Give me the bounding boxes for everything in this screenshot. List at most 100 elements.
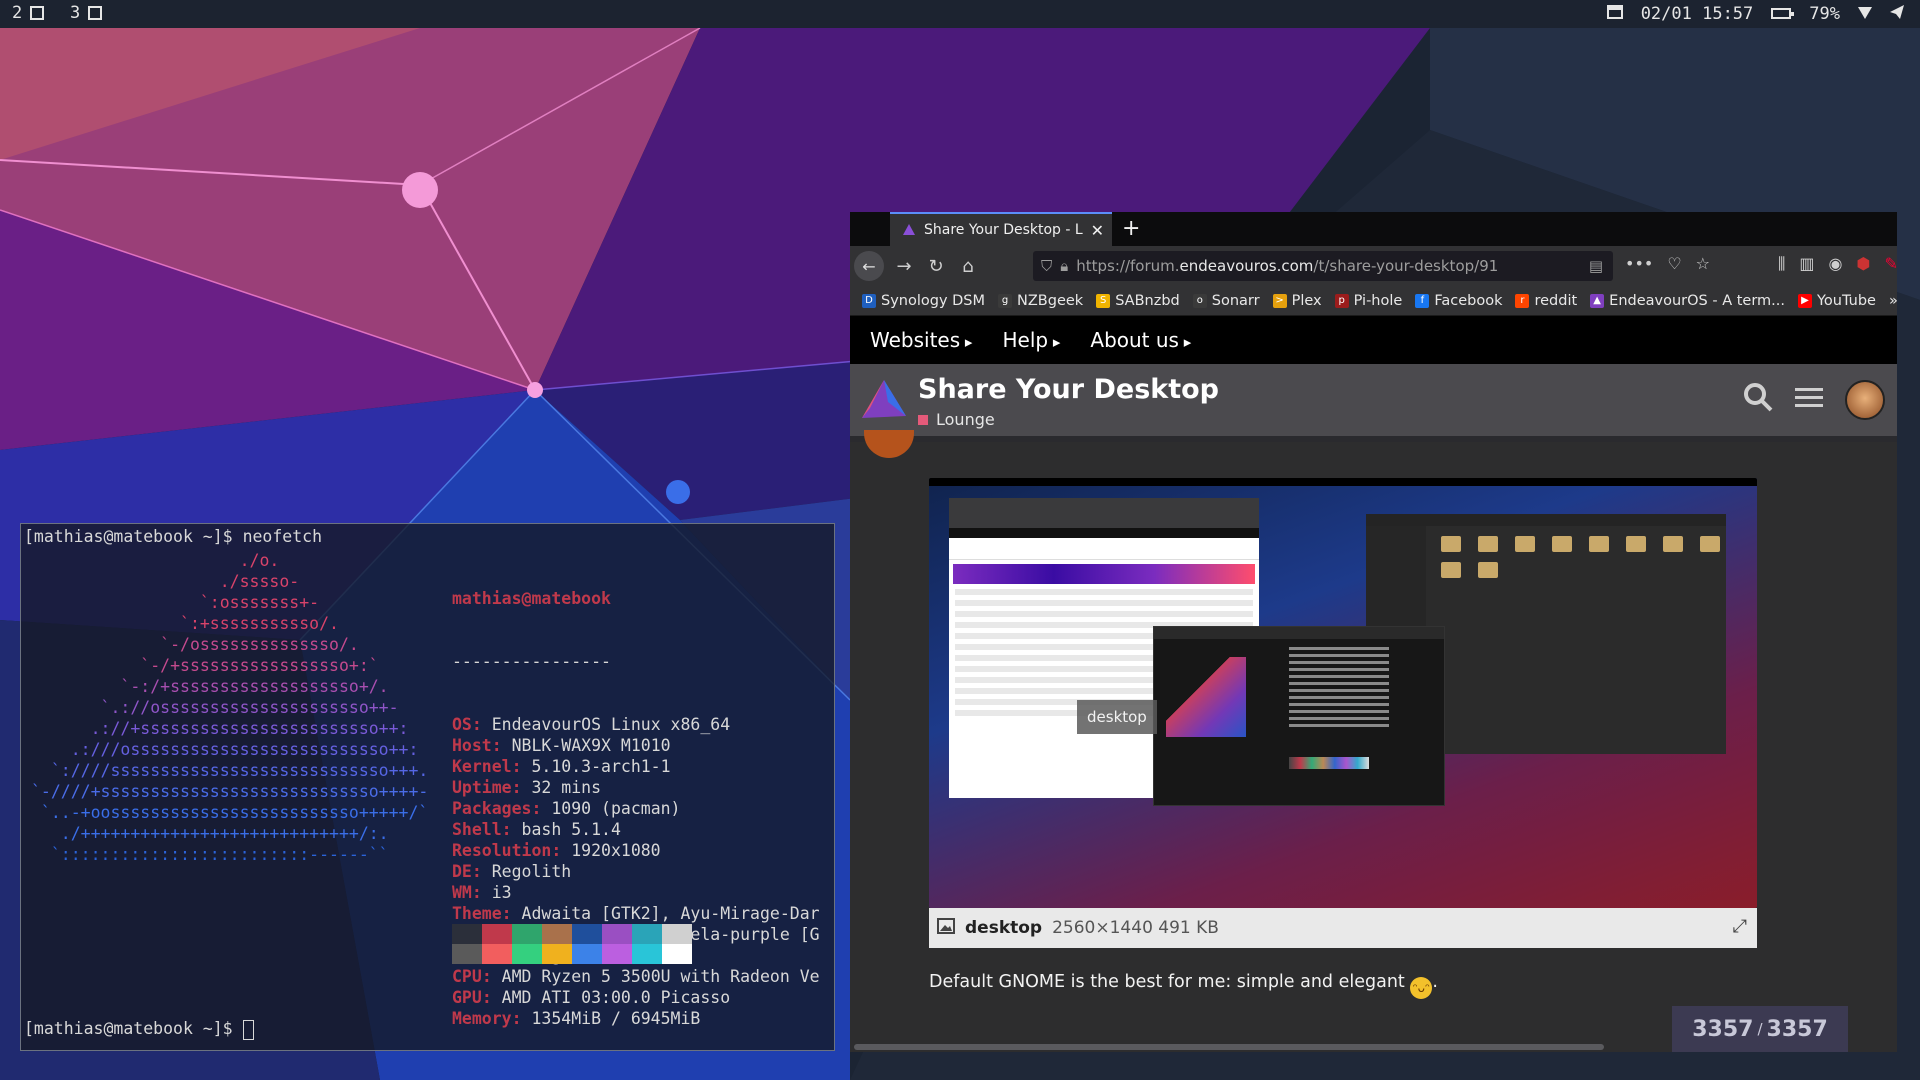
color-swatch [512, 924, 542, 944]
tongue-emoji-icon: ᵔᴗᵔ [1410, 977, 1433, 999]
info-key: Kernel [452, 757, 512, 776]
bookmark-nzbgeek[interactable]: g NZBgeek [998, 293, 1083, 309]
page-actions-icon[interactable]: ••• [1625, 254, 1653, 274]
url-bar[interactable]: ⛉ 🔒︎ https://forum.endeavouros.com/t/sha… [1033, 251, 1613, 281]
bookmark-favicon-icon: p [1334, 293, 1349, 308]
topic-category[interactable]: Lounge [918, 410, 995, 429]
window-icon [30, 6, 45, 20]
hamburger-menu-icon[interactable] [1795, 384, 1823, 417]
extension-icon[interactable]: ✎ [1884, 254, 1897, 274]
battery-level[interactable]: 79% [1809, 4, 1840, 24]
info-key: Memory [452, 1009, 512, 1028]
category-label: Lounge [936, 410, 995, 429]
color-palette-top [452, 924, 692, 944]
color-swatch [542, 924, 572, 944]
search-icon[interactable] [1743, 382, 1773, 419]
cursor [242, 1019, 254, 1040]
topic-progress[interactable]: 3357 / 3357 [1672, 1006, 1848, 1052]
info-value: bash 5.1.4 [511, 820, 621, 839]
close-tab-icon[interactable]: ✕ [1091, 221, 1104, 240]
nav-help[interactable]: Help [1002, 328, 1060, 352]
prompt-line: [mathias@matebook ~]$ neofetch [24, 526, 322, 547]
url-prefix: https://forum. [1076, 257, 1180, 275]
new-tab-button[interactable]: + [1122, 216, 1140, 241]
info-row: OS: EndeavourOS Linux x86_64 [452, 714, 820, 735]
bookmark-label: Plex [1291, 292, 1322, 309]
bookmark-youtube[interactable]: ▶ YouTube [1797, 293, 1876, 309]
color-swatch [482, 924, 512, 944]
shield-icon[interactable]: ⛉ [1041, 257, 1052, 275]
logo-line: `-:/+sssssssssssssssssso+/. [31, 677, 389, 696]
bookmark-star-icon[interactable]: ☆ [1696, 254, 1710, 274]
lock-icon[interactable]: 🔒︎ [1060, 257, 1068, 275]
info-colon: : [471, 862, 482, 881]
post-body: Default GNOME is the best for me: simple… [929, 972, 1405, 992]
prompt-line[interactable]: [mathias@matebook ~]$ [24, 1018, 254, 1040]
workspace-3[interactable]: 3 [70, 3, 103, 23]
color-swatch [662, 924, 692, 944]
ublock-icon[interactable]: ⬢ [1856, 254, 1870, 274]
color-swatch [572, 944, 602, 964]
nav-about-us[interactable]: About us [1090, 328, 1191, 352]
pocket-icon[interactable]: ♡ [1667, 254, 1681, 274]
horizontal-scrollbar[interactable] [854, 1044, 1604, 1050]
account-icon[interactable]: ◉ [1829, 254, 1843, 274]
expand-icon[interactable]: ⤢ [1733, 916, 1747, 937]
info-value: Adwaita [GTK2], Ayu-Mirage-Dar [511, 904, 820, 923]
post: desktop desktop 2560×1440 491 KB ⤢ Defau… [850, 430, 1897, 1052]
back-button[interactable]: ← [854, 251, 884, 281]
telegram-icon[interactable] [1890, 4, 1904, 24]
topic-header: Share Your Desktop Lounge [850, 364, 1897, 436]
url-text[interactable]: https://forum.endeavouros.com/t/share-yo… [1076, 257, 1581, 275]
endeavouros-logo-icon[interactable] [858, 378, 908, 422]
home-button[interactable]: ⌂ [952, 256, 984, 277]
info-key: WM [452, 883, 472, 902]
nav-websites[interactable]: Websites [870, 328, 972, 352]
color-swatch [602, 924, 632, 944]
workspace-2[interactable]: 2 [12, 3, 45, 23]
bookmark-pi-hole[interactable]: p Pi-hole [1334, 292, 1403, 309]
info-key: Packages [452, 799, 532, 818]
logo-line: ./sssso- [31, 572, 300, 591]
wifi-icon[interactable] [1858, 4, 1872, 24]
date-time[interactable]: 02/01 15:57 [1641, 4, 1754, 24]
user-avatar[interactable] [1845, 380, 1885, 420]
logo-line: `..-+oosssssssssssssssssssssssso+++++/` [31, 803, 429, 822]
reader-view-icon[interactable]: ▤ [1589, 257, 1603, 275]
bookmark-sabnzbd[interactable]: S SABnzbd [1096, 293, 1180, 309]
poster-avatar[interactable] [864, 430, 914, 458]
forum-top-nav: Websites Help About us [850, 316, 1897, 364]
bookmarks-toolbar: D Synology DSM g NZBgeek S SABnzbd o Sonarr > Ple… [850, 286, 1897, 316]
bookmark-label: Pi-hole [1353, 292, 1403, 309]
bookmark-plex[interactable]: > Plex [1272, 292, 1322, 309]
color-swatch [632, 924, 662, 944]
separator: ---------------- [452, 652, 611, 671]
sidebar-icon[interactable]: ▥ [1799, 254, 1814, 274]
bookmark-synology-dsm[interactable]: D Synology DSM [862, 293, 985, 309]
desktop-screenshot-image[interactable]: desktop [929, 478, 1757, 908]
info-value: 32 mins [521, 778, 602, 797]
info-key: OS [452, 715, 472, 734]
color-swatch [602, 944, 632, 964]
terminal-window[interactable]: [mathias@matebook ~]$ neofetch ./o. ./ss… [20, 523, 835, 1051]
bookmark-reddit[interactable]: r reddit [1515, 293, 1577, 309]
tab-share-your-desktop[interactable]: Share Your Desktop - Lo ✕ [890, 212, 1112, 246]
info-key: Resolution [452, 841, 552, 860]
forward-button[interactable]: → [888, 256, 920, 277]
bookmark-label: Sonarr [1211, 292, 1260, 309]
bookmark-favicon-icon: ▲ [1590, 293, 1605, 308]
workspace-number: 2 [12, 3, 23, 23]
progress-total: 3357 [1766, 1016, 1828, 1042]
bookmark-endeavouros-a-term[interactable]: ▲ EndeavourOS - A term... [1590, 293, 1785, 309]
firefox-window[interactable]: Share Your Desktop - Lo ✕ + ← → ↻ ⌂ ⛉ 🔒︎… [850, 212, 1897, 1052]
bookmarks-overflow-icon[interactable]: » [1889, 293, 1897, 309]
bookmark-sonarr[interactable]: o Sonarr [1192, 292, 1260, 309]
post-text: Default GNOME is the best for me: simple… [929, 972, 1438, 999]
logo-line: `:////ssssssssssssssssssssssssssso+++. [31, 761, 429, 780]
bookmark-facebook[interactable]: f Facebook [1415, 293, 1502, 309]
library-icon[interactable]: ⫼ [1778, 254, 1785, 274]
bookmark-favicon-icon: f [1415, 293, 1430, 308]
reload-button[interactable]: ↻ [920, 256, 952, 277]
bookmark-label: EndeavourOS - A term... [1609, 292, 1785, 309]
topic-title[interactable]: Share Your Desktop [918, 374, 1219, 405]
